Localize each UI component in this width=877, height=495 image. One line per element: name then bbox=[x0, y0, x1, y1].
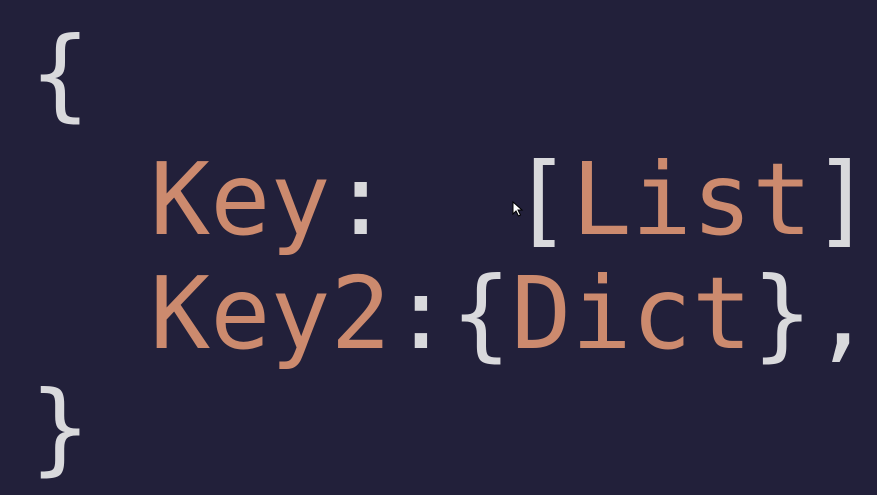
code-line-1: Key: [List], bbox=[150, 150, 877, 250]
colon-separator: : bbox=[330, 141, 512, 258]
trailing-comma: , bbox=[873, 141, 877, 258]
trailing-comma: , bbox=[812, 255, 873, 372]
close-brace: } bbox=[30, 369, 91, 486]
value-dict: Dict bbox=[511, 255, 753, 372]
mouse-pointer-icon bbox=[512, 201, 524, 217]
close-curly-brace: } bbox=[752, 255, 813, 372]
key2-label: Key2 bbox=[150, 255, 391, 372]
key-label: Key bbox=[150, 141, 331, 258]
code-slide: { Key: [List], Key2:{Dict}, } bbox=[0, 0, 877, 495]
colon-separator: : bbox=[390, 255, 452, 372]
open-bracket: [ bbox=[511, 141, 572, 258]
close-bracket: ] bbox=[812, 141, 873, 258]
open-brace: { bbox=[30, 15, 91, 132]
code-line-2: Key2:{Dict}, bbox=[150, 264, 873, 364]
open-curly-brace: { bbox=[451, 255, 512, 372]
value-list: List bbox=[571, 141, 813, 258]
